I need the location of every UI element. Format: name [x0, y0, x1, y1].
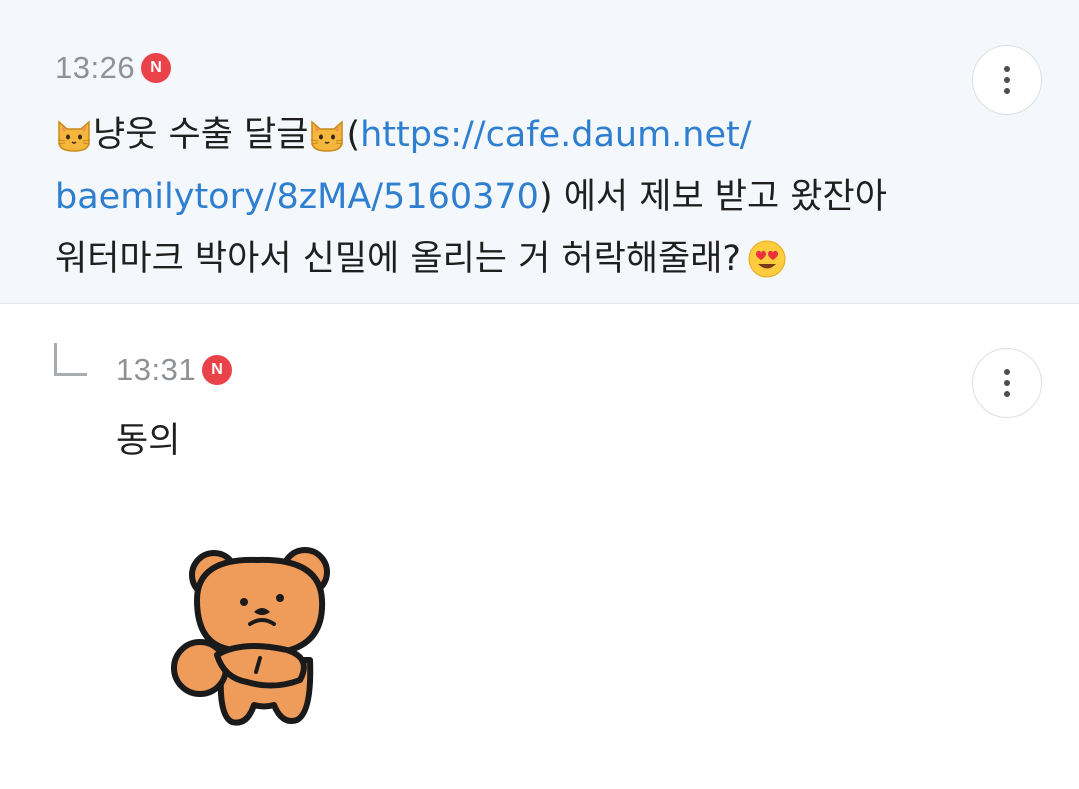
- comment-link[interactable]: baemilytory/8zMA/5160370: [55, 166, 539, 228]
- comment-item: 13:26 N 냥웃 수출 달글 (https://cafe.daum.net…: [0, 0, 1079, 304]
- bear-sticker-image: [171, 547, 330, 726]
- comment-meta: 13:31 N: [116, 352, 233, 388]
- more-icon: [1004, 66, 1010, 72]
- comment-time: 13:31: [116, 352, 197, 387]
- more-icon: [1004, 369, 1010, 375]
- more-options-button[interactable]: [972, 45, 1042, 115]
- comment-text-part: ) 에서 제보 받고 왔잔아: [538, 177, 887, 217]
- comment-line: baemilytory/8zMA/5160370 ) 에서 제보 받고 왔잔아: [55, 166, 955, 228]
- comment-text-part: (: [346, 115, 361, 155]
- comment-line: 워터마크 박아서 신밀에 올리는 거 허락해줄래?: [55, 228, 955, 290]
- reply-text: 동의: [116, 421, 181, 461]
- new-badge: N: [202, 355, 233, 385]
- cat-face-icon: [311, 120, 344, 152]
- comment-line: 냥웃 수출 달글 ( https://cafe.daum.net/: [55, 104, 955, 166]
- comment-body: 냥웃 수출 달글 ( https://cafe.daum.net/ baemil…: [55, 104, 955, 290]
- new-badge: N: [141, 53, 172, 83]
- comment-text-part: 냥웃 수출 달글: [93, 115, 309, 155]
- cat-face-icon: [57, 120, 91, 152]
- reply-indicator-icon: [54, 343, 87, 376]
- comment-meta: 13:26 N: [55, 50, 172, 86]
- heart-eyes-icon: [748, 240, 786, 278]
- comment-link[interactable]: https://cafe.daum.net/: [360, 104, 751, 166]
- comment-text-part: 워터마크 박아서 신밀에 올리는 거 허락해줄래?: [55, 239, 742, 279]
- comment-time: 13:26: [55, 50, 136, 85]
- more-options-button[interactable]: [972, 348, 1042, 418]
